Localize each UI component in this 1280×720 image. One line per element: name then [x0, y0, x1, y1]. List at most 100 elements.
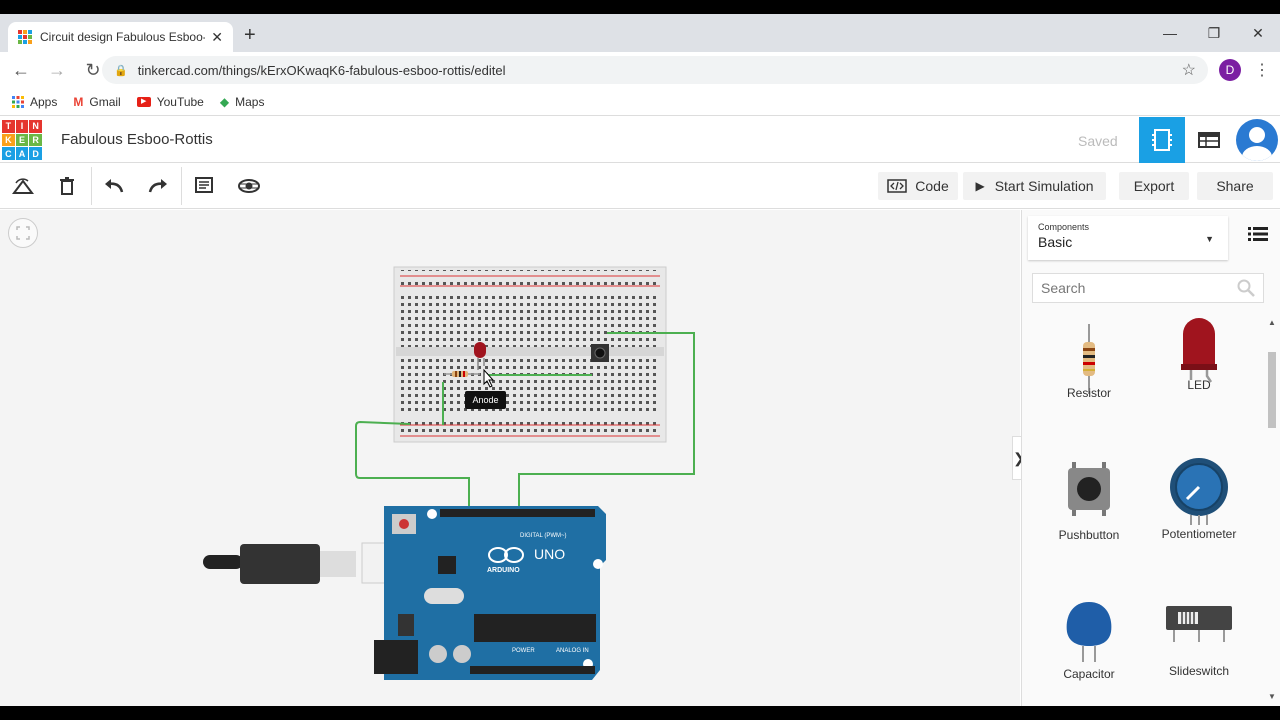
profile-avatar[interactable]: D [1219, 59, 1241, 81]
component-category-dropdown[interactable]: Components Basic ▼ [1028, 216, 1228, 260]
slideswitch-icon [1166, 606, 1232, 642]
share-button[interactable]: Share [1197, 172, 1273, 200]
scrollbar-thumb[interactable] [1268, 352, 1276, 428]
circuit-view-button[interactable] [1139, 117, 1185, 163]
dropdown-caret-icon: ▼ [1205, 234, 1214, 244]
editor-toolbar: Code ▶ Start Simulation Export Share [0, 163, 1280, 209]
lock-icon: 🔒 [114, 64, 128, 77]
breadboard[interactable] [393, 266, 667, 443]
visibility-tool[interactable] [234, 171, 264, 201]
scroll-up-icon[interactable]: ▲ [1268, 318, 1276, 327]
power-header-text: POWER [512, 648, 535, 654]
apps-grid-icon [12, 95, 24, 108]
component-label: Resistor [1066, 386, 1111, 400]
user-avatar[interactable] [1236, 119, 1278, 161]
close-tab-icon[interactable]: ✕ [211, 29, 223, 46]
pin-tooltip: Anode [465, 391, 506, 409]
back-icon[interactable]: ← [6, 55, 36, 85]
logo-letter: D [29, 147, 42, 160]
digital-header-text: DIGITAL (PWM~) [520, 533, 567, 539]
component-capacitor[interactable]: Capacitor [1039, 600, 1139, 706]
bookmark-apps[interactable]: Apps [12, 95, 57, 109]
pushbutton-component[interactable] [591, 344, 609, 362]
notes-icon [195, 177, 213, 193]
logo-letter: K [2, 133, 15, 147]
undo-icon [105, 179, 124, 193]
browser-tab[interactable]: Circuit design Fabulous Esboo-Rottis | T… [8, 22, 233, 52]
user-icon [1242, 127, 1272, 161]
arduino-uno-board[interactable]: ARDUINO UNO DIGITAL (PWM~) POWER ANALOG … [374, 506, 606, 680]
resistor-icon [1083, 324, 1095, 394]
minimize-icon[interactable]: — [1148, 14, 1192, 52]
maps-icon: ◆ [219, 94, 230, 109]
component-resistor[interactable]: Resistor [1039, 324, 1139, 454]
tab-title: Circuit design Fabulous Esboo-Rottis | T… [40, 30, 206, 44]
address-bar[interactable]: 🔒 tinkercad.com/things/kErxOKwaqK6-fabul… [102, 56, 1208, 84]
start-simulation-label: Start Simulation [994, 178, 1094, 194]
bookmark-gmail[interactable]: M Gmail [73, 95, 120, 109]
export-button[interactable]: Export [1119, 172, 1189, 200]
gmail-icon: M [73, 94, 84, 109]
forward-icon[interactable]: → [42, 55, 72, 85]
component-search[interactable] [1032, 273, 1264, 303]
logo-letter: N [29, 120, 42, 133]
circuit-drawing: ARDUINO UNO DIGITAL (PWM~) POWER ANALOG … [203, 266, 695, 680]
redo-tool[interactable] [143, 171, 173, 201]
rotate-tool[interactable] [8, 171, 38, 201]
close-window-icon[interactable]: ✕ [1236, 14, 1280, 52]
tinkercad-favicon-icon [18, 30, 32, 44]
analog-header-text: ANALOG IN [556, 648, 589, 654]
scroll-down-icon[interactable]: ▼ [1268, 692, 1276, 701]
component-slideswitch[interactable]: Slideswitch [1149, 604, 1249, 706]
list-view-icon[interactable] [1248, 226, 1268, 242]
trash-icon [60, 177, 74, 195]
restore-icon[interactable]: ❐ [1192, 14, 1236, 52]
code-icon [887, 179, 908, 193]
start-simulation-button[interactable]: ▶ Start Simulation [963, 172, 1106, 200]
new-tab-button[interactable]: + [244, 24, 256, 47]
bookmark-star-icon[interactable]: ☆ [1182, 60, 1196, 80]
bookmark-label: Gmail [89, 94, 121, 109]
logo-letter: A [15, 147, 29, 160]
youtube-icon: ▶ [136, 96, 151, 107]
schematic-view-button[interactable] [1186, 117, 1232, 163]
window-controls: — ❐ ✕ [1148, 14, 1280, 52]
arduino-brand-text: ARDUINO [487, 567, 520, 574]
eye-icon [238, 179, 260, 193]
rotate-icon [12, 178, 34, 194]
potentiometer-icon [1170, 458, 1228, 525]
component-label: Capacitor [1063, 667, 1115, 681]
tinkercad-logo[interactable]: T I N K E R C A D [2, 120, 42, 160]
screen: Circuit design Fabulous Esboo-Rottis | T… [0, 14, 1280, 706]
component-potentiometer[interactable]: Potentiometer [1149, 455, 1249, 585]
save-status: Saved [1078, 133, 1118, 149]
panel-scrollbar[interactable]: ▲ ▼ [1266, 318, 1278, 706]
design-title[interactable]: Fabulous Esboo-Rottis [61, 131, 213, 148]
logo-letter: R [29, 133, 42, 147]
bookmark-youtube[interactable]: ▶ YouTube [136, 94, 204, 109]
bookmark-label: YouTube [156, 94, 204, 109]
delete-tool[interactable] [52, 171, 82, 201]
toolbar-divider [91, 167, 92, 205]
search-input[interactable] [1041, 280, 1237, 296]
logo-letter: C [2, 147, 15, 160]
notes-tool[interactable] [189, 171, 219, 201]
search-icon[interactable] [1237, 279, 1255, 297]
undo-tool[interactable] [99, 171, 129, 201]
bookmark-maps[interactable]: ◆ Maps [220, 95, 265, 109]
components-panel: Components Basic ▼ Resistor [1021, 210, 1280, 706]
component-led[interactable]: LED [1149, 316, 1249, 446]
pushbutton-icon [1068, 462, 1110, 516]
bookmarks-bar: Apps M Gmail ▶ YouTube ◆ Maps [0, 88, 1280, 116]
category-value: Basic [1038, 234, 1073, 250]
url-text[interactable]: tinkercad.com/things/kErxOKwaqK6-fabulou… [138, 63, 1182, 78]
play-icon: ▶ [975, 179, 985, 193]
logo-letter: T [2, 120, 15, 133]
component-label: Pushbutton [1058, 528, 1120, 542]
circuit-canvas[interactable]: ARDUINO UNO DIGITAL (PWM~) POWER ANALOG … [0, 210, 1026, 706]
circuit-icon [1152, 129, 1172, 151]
component-pushbutton[interactable]: Pushbutton [1039, 462, 1139, 592]
browser-tabstrip: Circuit design Fabulous Esboo-Rottis | T… [0, 14, 1280, 52]
browser-menu-icon[interactable]: ⋮ [1254, 60, 1270, 80]
code-button[interactable]: Code [878, 172, 958, 200]
